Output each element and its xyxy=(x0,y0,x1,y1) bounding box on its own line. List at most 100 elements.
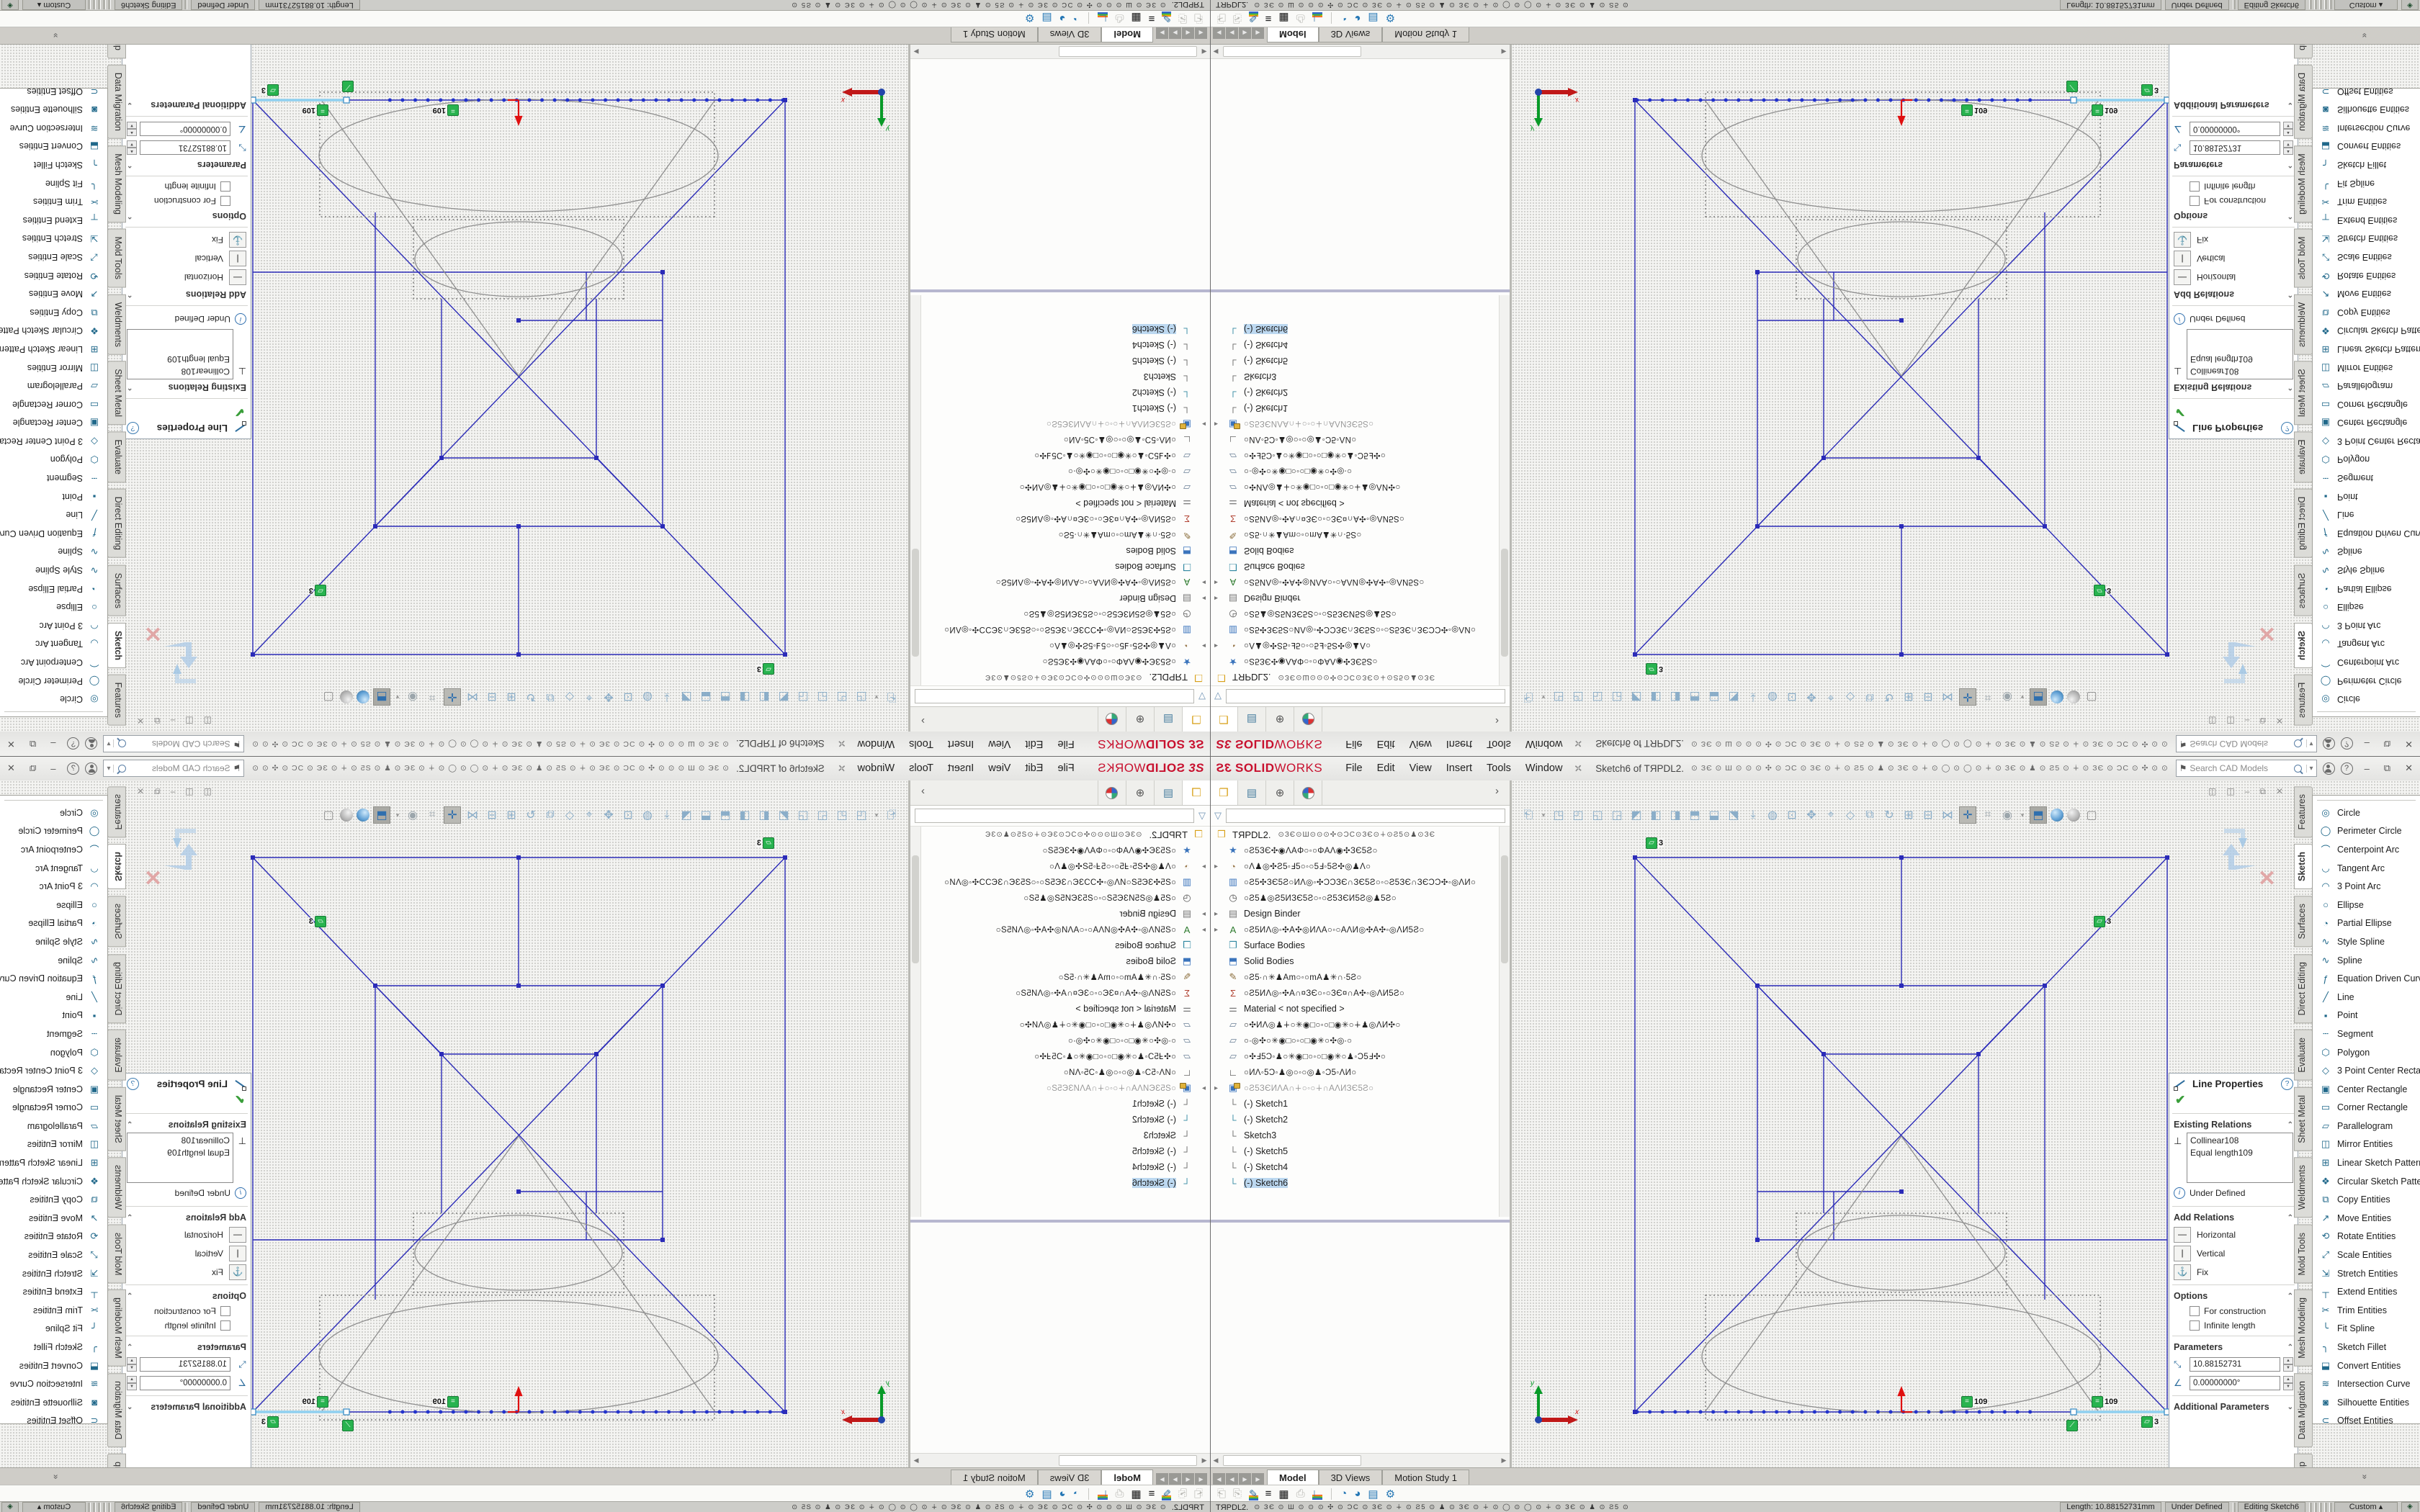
options-header[interactable]: Options⌃ xyxy=(122,1288,251,1304)
tab-nav-button[interactable]: ◀ xyxy=(1226,1473,1238,1485)
sketch-tool-item[interactable]: ≋ Intersection Curve xyxy=(0,1374,107,1393)
command-manager-tab[interactable]: Mesh Modeling xyxy=(107,1290,126,1367)
tree-item[interactable]: ❐ Surface Bodies xyxy=(1210,559,1500,575)
feature-manager-tab[interactable]: ⊕ xyxy=(1266,780,1294,805)
search-dropdown-icon[interactable]: ▾ xyxy=(2306,740,2313,748)
expand-arrow-icon[interactable] xyxy=(1214,910,1223,918)
sketch-tool-item[interactable]: ⧉ Copy Entities xyxy=(0,303,107,322)
sketch-tool-item[interactable]: ⬓ Convert Entities xyxy=(0,138,107,156)
menu-item[interactable]: File xyxy=(1338,737,1369,751)
bottom-toolbar-icon[interactable]: ✎ xyxy=(1162,1488,1171,1500)
sketch-tool-item[interactable]: ┄ Segment xyxy=(0,1025,107,1043)
command-manager-tab[interactable]: Evaluate xyxy=(2294,431,2313,482)
scroll-right-icon[interactable]: ▶ xyxy=(910,48,922,55)
tree-item[interactable]: └ (-) Sketch6 xyxy=(1210,321,1500,337)
pin-icon[interactable]: ✛ xyxy=(835,737,849,752)
command-manager-tab[interactable]: Mold Tools xyxy=(2294,1225,2313,1284)
expand-arrow-icon[interactable] xyxy=(1197,579,1206,587)
sketch-tool-item[interactable]: ◙ Silhouette Entities xyxy=(2313,1393,2420,1412)
bottom-toolbar-icon[interactable]: ⎘ xyxy=(1178,1488,1187,1500)
user-account-icon[interactable] xyxy=(2323,738,2335,750)
tree-item[interactable]: └ (-) Sketch4 xyxy=(920,1159,1210,1175)
sketch-tool-item[interactable]: ⇲ Stretch Entities xyxy=(0,1264,107,1283)
expand-arrow-icon[interactable] xyxy=(1214,579,1223,587)
sketch-tool-item[interactable]: ○ Ellipse xyxy=(2313,896,2420,914)
tree-item[interactable]: ▥ ○Ƨ5✣ЗЄ5Ƨ○ИΛ◎◦✣ƆƆЗЄ∩ЗЄ5Ƨ○◦○Ƨ5ЗЄ∩ЗЄƆƆ✣◦◎… xyxy=(1210,622,1500,638)
relation-badge[interactable]: ▱ 3 xyxy=(308,917,326,927)
document-tab[interactable]: 3D Views xyxy=(1038,27,1102,42)
sketch-tool-item[interactable]: ∿ Spline xyxy=(2313,951,2420,970)
tree-item[interactable]: ▱ ○✣Ⅎ5Ɔ◦♟○✳◉□○◦○□◉✳○♟◦Ɔ5Ⅎ✣○ xyxy=(920,448,1210,464)
sketch-tool-item[interactable]: ▪ Point xyxy=(0,487,107,506)
tree-item[interactable]: ★ ○Ƨ5ЗЄ✣◉ΛАΦ○◦○ΦАΛ◉✣ЗЄ5Ƨ○ xyxy=(920,842,1210,858)
tree-item[interactable]: ✎ ○Ƨ5∙∩✳♟Аm○◦○mА♟✳∩∙5Ƨ○ xyxy=(920,969,1210,985)
relation-badge[interactable]: ▱ 3 xyxy=(261,85,279,95)
command-manager-tab[interactable]: Sheet Metal xyxy=(107,361,126,426)
confirmation-corner[interactable]: ✕ xyxy=(2218,621,2276,685)
pm-help-icon[interactable]: ? xyxy=(2281,422,2293,434)
sketch-tool-item[interactable]: ⇲ Stretch Entities xyxy=(0,230,107,248)
unit-system-selector[interactable]: Custom ▴ xyxy=(2334,1502,2398,1512)
sketch-tool-item[interactable]: ❖ Circular Sketch Pattern xyxy=(2313,322,2420,341)
relation-entry[interactable]: Equal length109 xyxy=(130,353,230,365)
command-manager-tab[interactable]: Sketch xyxy=(2294,623,2313,668)
collapse-icon[interactable]: ⌃ xyxy=(127,1121,133,1129)
tree-item[interactable]: ▤ Design Binder xyxy=(1210,906,1500,922)
sketch-tool-item[interactable]: ▭ Corner Rectangle xyxy=(2313,1099,2420,1117)
add-relation-button[interactable]: — Horizontal xyxy=(2169,1225,2298,1244)
menu-item[interactable]: Tools xyxy=(902,737,941,751)
scroll-left-icon[interactable]: ◀ xyxy=(1198,1457,1210,1464)
tree-horizontal-scrollbar[interactable]: ◀ ▶ xyxy=(1210,1453,1510,1467)
sketch-tool-item[interactable]: ◙ Silhouette Entities xyxy=(2313,100,2420,119)
minimize-button[interactable]: – xyxy=(2357,763,2377,774)
option-checkbox[interactable]: Infinite length xyxy=(122,1318,251,1333)
sketch-tool-item[interactable]: ◫ Mirror Entities xyxy=(0,1135,107,1154)
sketch-tool-item[interactable]: ◠ 3 Point Arc xyxy=(2313,616,2420,635)
tree-item[interactable]: ★ ○Ƨ5ЗЄ✣◉ΛАΦ○◦○ΦАΛ◉✣ЗЄ5Ƨ○ xyxy=(1210,654,1500,670)
document-tab[interactable]: 3D Views xyxy=(1038,1470,1102,1485)
sketch-tool-item[interactable]: ◙ Silhouette Entities xyxy=(0,1393,107,1412)
bottom-toolbar-icon[interactable]: ∟ xyxy=(1312,12,1323,24)
tree-scrollbar[interactable] xyxy=(1499,295,1510,685)
unit-system-selector[interactable]: Custom ▴ xyxy=(2334,0,2398,10)
relation-entry[interactable]: Collinear108 xyxy=(2190,1135,2290,1147)
tree-item[interactable]: ▱ ○∙◎✣○✳◉□○◦○□◉✳○✣◎∙○ xyxy=(1210,1032,1500,1048)
sketch-tool-item[interactable]: ✂ Trim Entities xyxy=(2313,1301,2420,1320)
tree-item[interactable]: ▥ ○Ƨ5✣ЗЄ5Ƨ○ИΛ◎◦✣ƆƆЗЄ∩ЗЄ5Ƨ○◦○Ƨ5ЗЄ∩ЗЄƆƆ✣◦◎… xyxy=(920,874,1210,890)
command-manager-tab[interactable]: Markup xyxy=(2294,45,2313,58)
feature-manager-tab[interactable]: ▤ xyxy=(1154,707,1182,732)
sketch-tool-item[interactable]: ❖ Circular Sketch Pattern xyxy=(2313,1172,2420,1191)
tree-item[interactable]: Σ ○Ƨ5ИΛ◎◦✣А∩¤ЗЄ○◦○ЗЄ¤∩А✣◦◎ΛИ5Ƨ○ xyxy=(1210,511,1500,527)
tree-horizontal-scrollbar[interactable]: ◀ ▶ xyxy=(1210,45,1510,59)
menu-item[interactable]: Edit xyxy=(1370,761,1402,775)
sketch-tool-item[interactable]: ⌒ Centerpoint Arc xyxy=(2313,840,2420,859)
menu-item[interactable]: Insert xyxy=(1439,737,1479,751)
tree-item[interactable]: ▱ ○✣Ⅎ5Ɔ◦♟○✳◉□○◦○□◉✳○♟◦Ɔ5Ⅎ✣○ xyxy=(1210,1048,1500,1064)
tree-item[interactable]: ❐ Surface Bodies xyxy=(920,937,1210,953)
bottom-toolbar-icon[interactable]: ∟ xyxy=(1312,1488,1323,1500)
feature-manager-tab[interactable]: ⊕ xyxy=(1126,707,1154,732)
sketch-tool-item[interactable]: ◇ 3 Point Center Recta... xyxy=(2313,432,2420,451)
pm-help-icon[interactable]: ? xyxy=(127,1078,139,1090)
bottom-toolbar-icon[interactable]: ⚙ xyxy=(1386,12,1395,25)
tree-item[interactable]: ▣ ○Ƨ5ЗЄИΛА∩∔○◦○∔∩АΛИЗЄ5Ƨ○ xyxy=(1210,1080,1500,1096)
document-tab[interactable]: Model xyxy=(1267,1470,1319,1485)
document-tab[interactable]: Motion Study 1 xyxy=(1382,27,1469,42)
sketch-tool-item[interactable]: ◯ Perimeter Circle xyxy=(2313,672,2420,690)
confirmation-corner[interactable]: ✕ xyxy=(144,621,202,685)
sketch-tool-item[interactable]: ▣ Center Rectangle xyxy=(2313,414,2420,433)
command-manager-tab[interactable]: Features xyxy=(2294,786,2313,837)
sketch-tool-item[interactable]: ○ Ellipse xyxy=(0,896,107,914)
command-manager-tab[interactable]: Features xyxy=(107,675,126,726)
search-dropdown-icon[interactable]: ▾ xyxy=(107,765,114,773)
parameter-input[interactable]: 10.88152731 xyxy=(140,1357,230,1372)
expand-arrow-icon[interactable] xyxy=(1214,926,1223,934)
command-manager-tab[interactable]: Evaluate xyxy=(107,431,126,482)
menu-item[interactable]: Window xyxy=(1518,761,1570,775)
tab-nav-button[interactable]: ▶ xyxy=(1169,1473,1181,1485)
additional-parameters-header[interactable]: Additional Parameters⌄ xyxy=(2169,97,2298,113)
sketch-tool-item[interactable]: ▭ Corner Rectangle xyxy=(0,1099,107,1117)
sketch-tool-item[interactable]: ⟲ Rotate Entities xyxy=(0,1228,107,1246)
tree-item[interactable]: ⬒ Solid Bodies xyxy=(920,543,1210,559)
bottom-toolbar-icon[interactable]: ≡ xyxy=(1149,12,1155,24)
